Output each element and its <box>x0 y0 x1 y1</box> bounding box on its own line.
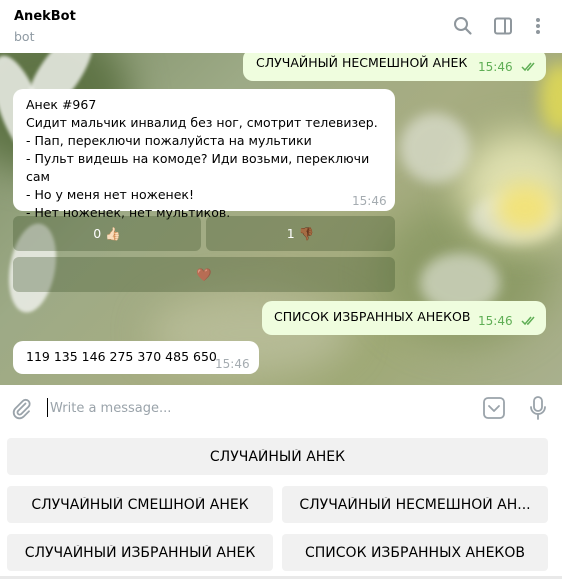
message-time: 15:46 <box>352 194 387 208</box>
more-vertical-icon[interactable] <box>527 15 549 37</box>
reply-button-favorites-list[interactable]: СПИСОК ИЗБРАННЫХ АНЕКОВ <box>282 534 548 571</box>
reply-button-random-funny[interactable]: СЛУЧАЙНЫЙ СМЕШНОЙ АНЕК <box>7 486 273 523</box>
joke-number: Анек #967 <box>26 97 97 112</box>
brown-heart-icon: 🤎 <box>196 266 212 282</box>
message-text: СЛУЧАЙНЫЙ НЕСМЕШНОЙ АНЕК <box>256 55 468 70</box>
reply-button-label: СЛУЧАЙНЫЙ СМЕШНОЙ АНЕК <box>31 496 249 513</box>
message-time: 15:46 <box>215 357 250 371</box>
read-checks-icon <box>521 62 535 72</box>
outgoing-message[interactable]: СЛУЧАЙНЫЙ НЕСМЕШНОЙ АНЕК 15:46 <box>243 53 546 81</box>
reply-button-label: СЛУЧАЙНЫЙ ИЗБРАННЫЙ АНЕК <box>24 544 256 561</box>
reply-button-label: СЛУЧАЙНЫЙ НЕСМЕШНОЙ АН... <box>299 496 531 513</box>
message-time: 15:46 <box>478 60 513 74</box>
message-line: - Пап, переключи пожалуйста на мультики <box>26 133 312 148</box>
search-icon[interactable] <box>452 15 474 37</box>
chat-history[interactable]: СЛУЧАЙНЫЙ НЕСМЕШНОЙ АНЕК 15:46 Анек #967… <box>0 53 562 385</box>
message-line: - Но у меня нет ноженек! <box>26 187 194 202</box>
message-line: Сидит мальчик инвалид без ног, смотрит т… <box>26 115 378 130</box>
keyboard-toggle-icon[interactable] <box>482 396 506 420</box>
chat-title[interactable]: AnekBot <box>14 9 76 24</box>
incoming-message[interactable]: Анек #967 Сидит мальчик инвалид без ног,… <box>13 89 395 220</box>
reply-button-random-favorite[interactable]: СЛУЧАЙНЫЙ ИЗБРАННЫЙ АНЕК <box>7 534 273 571</box>
reply-button-random-unfunny[interactable]: СЛУЧАЙНЫЙ НЕСМЕШНОЙ АН... <box>282 486 548 523</box>
chat-header: AnekBot bot <box>0 0 562 53</box>
message-body: Анек #967 Сидит мальчик инвалид без ног,… <box>26 96 395 222</box>
incoming-message[interactable]: 119 135 146 275 370 485 650 15:46 <box>13 341 259 374</box>
text-cursor <box>47 398 48 417</box>
read-checks-icon <box>521 316 535 326</box>
reply-button-label: СПИСОК ИЗБРАННЫХ АНЕКОВ <box>305 544 525 561</box>
reply-button-label: СЛУЧАЙНЫЙ АНЕК <box>209 448 346 465</box>
sidebar-toggle-icon[interactable] <box>492 15 514 37</box>
outgoing-message[interactable]: СПИСОК ИЗБРАННЫХ АНЕКОВ 15:46 <box>262 301 546 335</box>
favorites-list-text: 119 135 146 275 370 485 650 <box>26 349 217 364</box>
chat-subtitle: bot <box>14 29 35 44</box>
inline-favorite-button[interactable]: 🤎 <box>13 257 395 292</box>
inline-like-button[interactable]: 0 👍🏻 <box>13 216 201 251</box>
microphone-icon[interactable] <box>527 395 549 421</box>
dislike-count-label: 1 👎🏾 <box>286 225 315 241</box>
inline-dislike-button[interactable]: 1 👎🏾 <box>206 216 395 251</box>
message-line: - Пульт видешь на комоде? Иди возьми, пе… <box>26 151 370 184</box>
message-time: 15:46 <box>478 314 513 328</box>
like-count-label: 0 👍🏻 <box>93 225 121 241</box>
paperclip-icon[interactable] <box>9 396 33 420</box>
message-text: СПИСОК ИЗБРАННЫХ АНЕКОВ <box>274 309 471 324</box>
message-input[interactable] <box>50 396 470 420</box>
reply-button-random[interactable]: СЛУЧАЙНЫЙ АНЕК <box>7 438 548 475</box>
